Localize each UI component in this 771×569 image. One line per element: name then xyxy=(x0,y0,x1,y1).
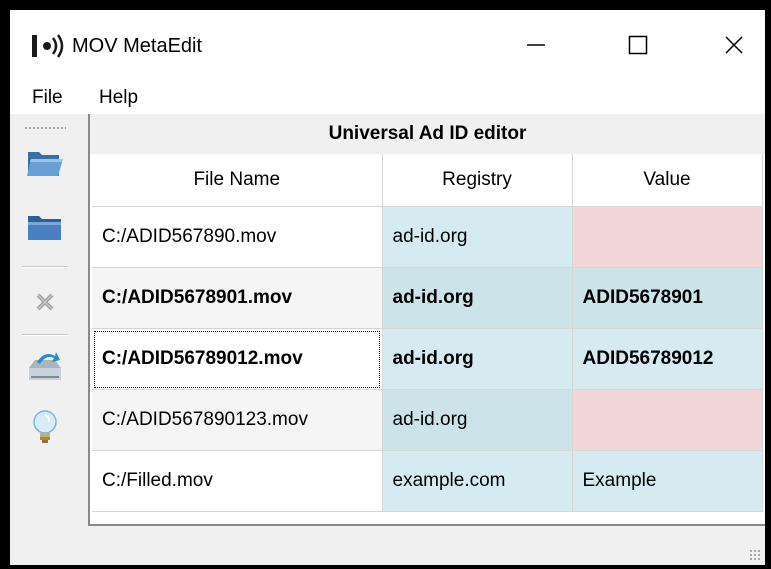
close-file-icon xyxy=(36,293,54,311)
app-window: MOV MetaEdit File Help Universal Ad ID e… xyxy=(10,10,765,565)
table-row[interactable]: C:/ADID567890.mov ad-id.org xyxy=(92,206,763,268)
close-button[interactable] xyxy=(706,22,762,68)
files-table: File Name Registry Value C:/ADID567890.m… xyxy=(92,154,763,512)
resize-grip[interactable] xyxy=(749,549,761,561)
file-name-cell[interactable]: C:/ADID56789012.mov xyxy=(92,328,383,390)
table-row[interactable]: C:/ADID5678901.mov ad-id.org ADID5678901 xyxy=(92,267,763,329)
table-row[interactable]: C:/Filled.mov example.com Example xyxy=(92,450,763,512)
toolbar-separator xyxy=(22,334,68,336)
close-icon xyxy=(725,36,743,54)
toolbar-grip[interactable] xyxy=(24,126,66,130)
menu-bar: File Help xyxy=(10,80,765,114)
maximize-icon xyxy=(628,35,648,55)
status-bar xyxy=(10,528,765,565)
value-cell[interactable] xyxy=(572,206,763,268)
value-cell[interactable] xyxy=(572,389,763,451)
open-file-button[interactable] xyxy=(20,140,70,188)
open-folder-button[interactable] xyxy=(20,204,70,252)
registry-cell[interactable]: ad-id.org xyxy=(382,206,573,268)
menu-file[interactable]: File xyxy=(28,86,67,110)
app-logo-icon xyxy=(32,34,64,58)
value-cell[interactable]: Example xyxy=(572,450,763,512)
file-name-cell[interactable]: C:/ADID567890123.mov xyxy=(92,389,383,451)
table-row[interactable]: C:/ADID56789012.mov ad-id.org ADID567890… xyxy=(92,328,763,390)
value-cell[interactable]: ADID5678901 xyxy=(572,267,763,329)
close-file-button[interactable] xyxy=(20,278,70,326)
title-bar[interactable]: MOV MetaEdit xyxy=(10,10,765,80)
registry-cell[interactable]: ad-id.org xyxy=(382,389,573,451)
help-icon xyxy=(33,410,57,443)
maximize-button[interactable] xyxy=(610,22,666,68)
file-name-cell[interactable]: C:/ADID5678901.mov xyxy=(92,267,383,329)
toolbar-separator xyxy=(22,266,68,268)
panel-title: Universal Ad ID editor xyxy=(90,114,765,154)
toolbar xyxy=(10,114,82,534)
column-header-value[interactable]: Value xyxy=(572,154,763,207)
column-header-file-name[interactable]: File Name xyxy=(92,154,383,207)
minimize-button[interactable] xyxy=(508,22,564,68)
table-row[interactable]: C:/ADID567890123.mov ad-id.org xyxy=(92,389,763,451)
ad-id-editor-panel: Universal Ad ID editor File Name Registr… xyxy=(88,114,765,526)
open-folder-icon xyxy=(28,216,61,240)
window-title: MOV MetaEdit xyxy=(72,35,203,57)
help-button[interactable] xyxy=(20,404,70,452)
registry-cell[interactable]: ad-id.org xyxy=(382,328,573,390)
save-button[interactable] xyxy=(20,342,70,390)
table-header-row: File Name Registry Value xyxy=(92,154,763,207)
open-file-icon xyxy=(27,152,63,176)
column-header-registry[interactable]: Registry xyxy=(382,154,573,207)
minimize-icon xyxy=(527,44,545,46)
save-icon xyxy=(29,352,61,380)
file-name-cell[interactable]: C:/Filled.mov xyxy=(92,450,383,512)
value-cell[interactable]: ADID56789012 xyxy=(572,328,763,390)
registry-cell[interactable]: example.com xyxy=(382,450,573,512)
file-name-cell[interactable]: C:/ADID567890.mov xyxy=(92,206,383,268)
menu-help[interactable]: Help xyxy=(95,86,142,110)
registry-cell[interactable]: ad-id.org xyxy=(382,267,573,329)
